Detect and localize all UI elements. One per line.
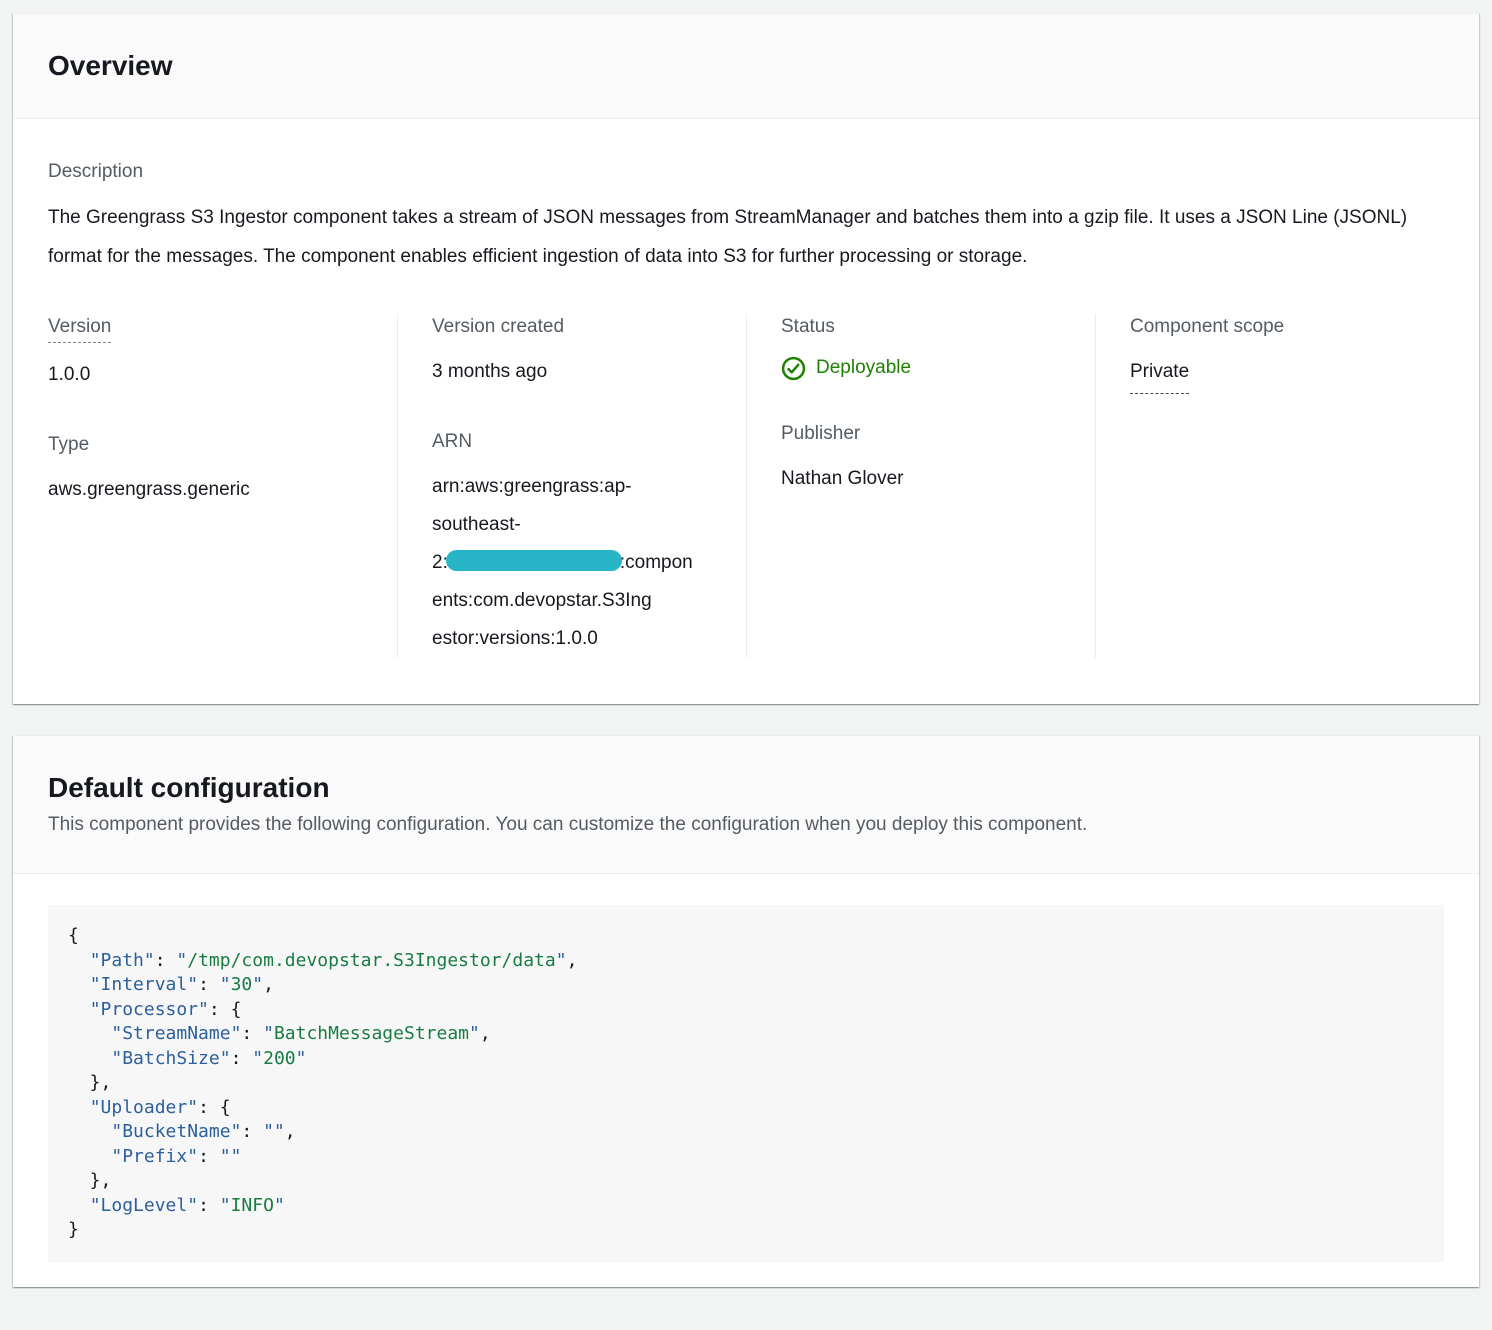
default-configuration-body: { "Path": "/tmp/com.devopstar.S3Ingestor…	[13, 874, 1479, 1287]
overview-title: Overview	[48, 48, 1444, 84]
overview-column-3: Status Deployable Publisher Nathan Glo	[746, 314, 1095, 658]
arn-line: 2::compon	[432, 544, 726, 582]
version-created-label: Version created	[432, 314, 726, 340]
status-badge: Deployable	[781, 353, 1075, 383]
status-text: Deployable	[816, 353, 911, 383]
code-block: { "Path": "/tmp/com.devopstar.S3Ingestor…	[48, 905, 1444, 1262]
default-configuration-card: Default configuration This component pro…	[13, 735, 1479, 1287]
code-line: },	[68, 1071, 1424, 1096]
overview-fields-grid: Version 1.0.0 Type aws.greengrass.generi…	[48, 314, 1444, 658]
code-line: }	[68, 1218, 1424, 1243]
component-scope-value: Private	[1130, 353, 1424, 394]
version-created-value: 3 months ago	[432, 353, 726, 391]
code-line: "LogLevel": "INFO"	[68, 1194, 1424, 1219]
arn-line: ents:com.devopstar.S3Ing	[432, 582, 726, 620]
arn-line: estor:versions:1.0.0	[432, 620, 726, 658]
component-scope-field: Component scope Private	[1130, 314, 1424, 394]
version-label-text[interactable]: Version	[48, 314, 111, 343]
check-circle-icon	[781, 356, 806, 381]
version-value: 1.0.0	[48, 356, 377, 394]
overview-column-2: Version created 3 months ago ARN arn:aws…	[397, 314, 746, 658]
arn-line: arn:aws:greengrass:ap-	[432, 468, 726, 506]
publisher-label: Publisher	[781, 421, 1075, 447]
component-scope-value-text[interactable]: Private	[1130, 353, 1189, 394]
arn-value: arn:aws:greengrass:ap- southeast- 2::com…	[432, 468, 726, 658]
version-field: Version 1.0.0	[48, 314, 377, 394]
status-label: Status	[781, 314, 1075, 340]
code-line: "BatchSize": "200"	[68, 1047, 1424, 1072]
code-line: "Prefix": ""	[68, 1145, 1424, 1170]
code-line: "StreamName": "BatchMessageStream",	[68, 1022, 1424, 1047]
arn-label: ARN	[432, 429, 726, 455]
arn-field: ARN arn:aws:greengrass:ap- southeast- 2:…	[432, 429, 726, 658]
version-created-field: Version created 3 months ago	[432, 314, 726, 391]
publisher-value: Nathan Glover	[781, 460, 1075, 498]
status-field: Status Deployable	[781, 314, 1075, 383]
code-line: "Processor": {	[68, 998, 1424, 1023]
default-configuration-subtitle: This component provides the following co…	[48, 811, 1444, 839]
description-label: Description	[48, 159, 1444, 185]
arn-account-redaction-pill	[446, 550, 622, 571]
type-field: Type aws.greengrass.generic	[48, 432, 377, 509]
type-value: aws.greengrass.generic	[48, 471, 377, 509]
component-scope-label: Component scope	[1130, 314, 1424, 340]
type-label: Type	[48, 432, 377, 458]
version-label: Version	[48, 314, 377, 343]
publisher-field: Publisher Nathan Glover	[781, 421, 1075, 498]
arn-line: southeast-	[432, 506, 726, 544]
code-line: },	[68, 1169, 1424, 1194]
overview-card-body: Description The Greengrass S3 Ingestor c…	[13, 119, 1479, 704]
arn-line3-suffix: :compon	[620, 552, 693, 573]
code-line: {	[68, 924, 1424, 949]
description-field: Description The Greengrass S3 Ingestor c…	[48, 159, 1444, 276]
code-line: "Interval": "30",	[68, 973, 1424, 998]
overview-card: Overview Description The Greengrass S3 I…	[13, 13, 1479, 704]
overview-column-1: Version 1.0.0 Type aws.greengrass.generi…	[48, 314, 397, 658]
default-configuration-header: Default configuration This component pro…	[13, 736, 1479, 874]
default-configuration-title: Default configuration	[48, 770, 1444, 806]
overview-card-header: Overview	[13, 14, 1479, 119]
code-line: "BucketName": "",	[68, 1120, 1424, 1145]
description-text: The Greengrass S3 Ingestor component tak…	[48, 199, 1444, 276]
code-line: "Uploader": {	[68, 1096, 1424, 1121]
overview-column-4: Component scope Private	[1095, 314, 1444, 658]
code-line: "Path": "/tmp/com.devopstar.S3Ingestor/d…	[68, 949, 1424, 974]
